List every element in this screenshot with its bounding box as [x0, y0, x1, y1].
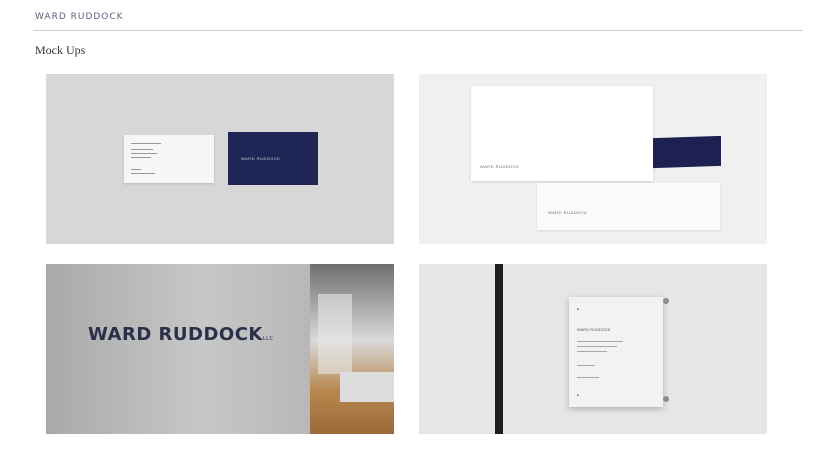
standoff-bolt-top — [663, 298, 669, 304]
acrylic-plaque: ■ WARD RUDDOCK ■ — [569, 297, 663, 407]
mockup-door-plaque[interactable]: ■ WARD RUDDOCK ■ — [419, 264, 767, 434]
wall-logo-text: WARD RUDDOCK — [88, 324, 263, 345]
office-room-photo — [310, 264, 394, 434]
plaque-title: WARD RUDDOCK — [577, 327, 611, 332]
business-card-logo: WARD RUDDOCK — [241, 156, 281, 161]
site-brand[interactable]: WARD RUDDOCK — [35, 12, 124, 22]
wall-surface: WARD RUDDOCKLLC — [46, 264, 310, 434]
mockup-business-cards[interactable]: WARD RUDDOCK — [46, 74, 394, 244]
plaque-mark: ■ — [577, 307, 579, 311]
header-divider — [33, 30, 803, 31]
wall-logo-suffix: LLC — [262, 336, 274, 342]
envelope-small-logo: WARD RUDDOCK — [548, 210, 588, 215]
envelope-large-logo: WARD RUDDOCK — [480, 164, 520, 169]
mockup-envelopes[interactable]: WARD RUDDOCK WARD RUDDOCK — [419, 74, 767, 244]
plaque-mark-bottom: ■ — [577, 393, 579, 397]
section-title: Mock Ups — [35, 43, 86, 57]
standoff-bolt-bottom — [663, 396, 669, 402]
envelope-large: WARD RUDDOCK — [471, 86, 653, 181]
door-frame — [495, 264, 503, 434]
business-card-white — [124, 135, 214, 183]
envelope-small: WARD RUDDOCK — [537, 183, 720, 230]
wall-logo: WARD RUDDOCKLLC — [88, 324, 273, 345]
room-desk — [340, 372, 394, 402]
business-card-navy: WARD RUDDOCK — [228, 132, 318, 185]
envelope-navy — [653, 135, 721, 169]
mockup-wall-signage[interactable]: WARD RUDDOCKLLC — [46, 264, 394, 434]
room-door — [318, 294, 352, 374]
